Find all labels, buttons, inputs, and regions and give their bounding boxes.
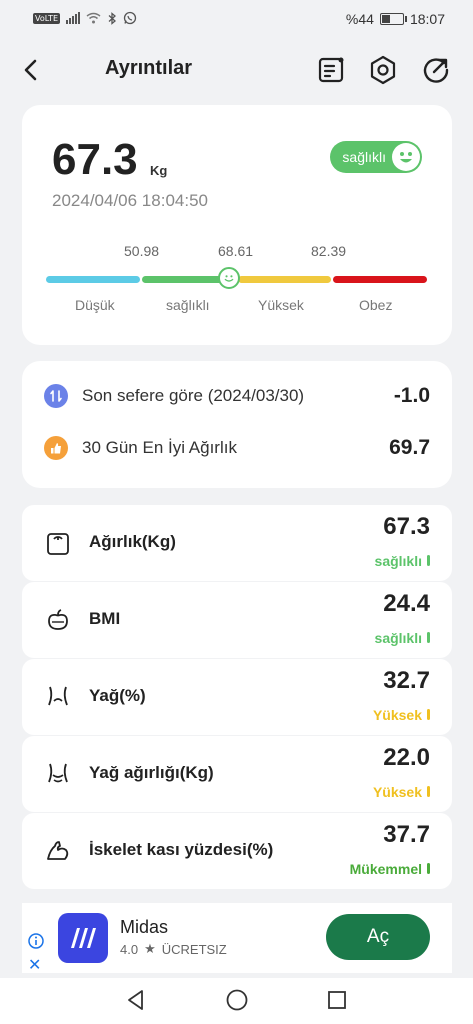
- metric-value: 37.7: [383, 821, 430, 848]
- volte-indicator: VoLTE: [33, 12, 61, 24]
- app-header: Ayrıntılar: [0, 46, 473, 96]
- threshold-high: 82.39: [311, 243, 347, 259]
- scale-label-healthy: sağlıklı: [166, 297, 210, 313]
- ad-open-button[interactable]: Aç: [326, 914, 430, 960]
- weight-value: 67.3: [52, 135, 138, 184]
- scale-segment-obese: [333, 276, 427, 283]
- ad-app-meta: 4.0 ★ ÜCRETSIZ: [120, 941, 227, 957]
- metric-row-weight[interactable]: Ağırlık(Kg) 67.3 sağlıklı: [22, 505, 452, 581]
- clock: 18:07: [409, 11, 445, 27]
- threshold-mid: 68.61: [218, 243, 254, 259]
- star-icon: ★: [144, 941, 156, 956]
- metric-name: Yağ ağırlığı(Kg): [89, 763, 214, 782]
- report-icon[interactable]: [315, 54, 347, 86]
- smiley-icon: [392, 143, 420, 171]
- scale-segment-high: [237, 276, 332, 283]
- metric-name: Ağırlık(Kg): [89, 532, 176, 551]
- status-bar: VoLTE %44 18:07: [0, 0, 473, 38]
- whatsapp-icon: [123, 11, 137, 25]
- scale-label-obese: Obez: [359, 297, 393, 313]
- measurement-datetime: 2024/04/06 18:04:50: [52, 191, 208, 210]
- settings-icon[interactable]: [367, 54, 399, 86]
- back-icon[interactable]: [16, 54, 48, 86]
- status-indicator: [427, 786, 430, 797]
- nav-recents-icon[interactable]: [325, 988, 349, 1012]
- muscle-icon: [47, 841, 69, 860]
- system-nav-bar: [0, 978, 473, 1024]
- metric-row-fat-weight[interactable]: Yağ ağırlığı(Kg) 22.0 Yüksek: [22, 736, 452, 812]
- ad-banner[interactable]: ✕ Midas 4.0 ★ ÜCRETSIZ Aç: [22, 903, 452, 975]
- threshold-low: 50.98: [124, 243, 160, 259]
- status-indicator: [427, 555, 430, 566]
- thumbs-up-icon: [44, 436, 68, 460]
- ad-price: ÜCRETSIZ: [161, 941, 227, 957]
- status-right: %44 18:07: [346, 11, 445, 27]
- ad-close-icon[interactable]: ✕: [28, 955, 41, 975]
- ad-rating: 4.0: [120, 941, 139, 957]
- swap-icon: [44, 384, 68, 408]
- bluetooth-icon: [108, 11, 117, 25]
- ad-app-name: Midas: [120, 917, 169, 937]
- battery-icon: [379, 13, 407, 25]
- scale-label-high: Yüksek: [258, 297, 304, 313]
- metric-value: 67.3: [383, 513, 430, 540]
- nav-back-icon[interactable]: [124, 988, 148, 1012]
- best-weight-value: 69.7: [389, 436, 430, 459]
- best-weight-label: 30 Gün En İyi Ağırlık: [82, 438, 237, 457]
- metric-value: 32.7: [383, 667, 430, 694]
- metric-value: 24.4: [383, 590, 430, 617]
- nav-home-icon[interactable]: [225, 988, 249, 1012]
- summary-card: 67.3 Kg sağlıklı 2024/04/06 18:04:50 50.…: [22, 105, 452, 345]
- health-badge-label: sağlıklı: [342, 149, 386, 165]
- compare-label: Son sefere göre (2024/03/30): [82, 386, 305, 405]
- metric-row-muscle[interactable]: İskelet kası yüzdesi(%) 37.7 Mükemmel: [22, 813, 452, 889]
- metric-name: BMI: [89, 609, 121, 628]
- signal-icon: [66, 12, 81, 24]
- scale-label-low: Düşük: [75, 297, 115, 313]
- metric-value: 22.0: [383, 744, 430, 771]
- status-indicator: [427, 709, 430, 720]
- info-icon[interactable]: [28, 933, 44, 949]
- compare-row-best: 30 Gün En İyi Ağırlık 69.7: [44, 433, 430, 463]
- scale-segment-low: [46, 276, 140, 283]
- metric-status: sağlıklı: [374, 553, 422, 569]
- compare-value: -1.0: [393, 384, 430, 407]
- metric-status: sağlıklı: [374, 630, 422, 646]
- status-indicator: [427, 632, 430, 643]
- metric-status: Yüksek: [372, 707, 422, 723]
- page-title: Ayrıntılar: [105, 57, 193, 79]
- scale-icon: [47, 533, 69, 555]
- share-icon[interactable]: [420, 54, 452, 86]
- metric-row-bmi[interactable]: BMI 24.4 sağlıklı: [22, 582, 452, 658]
- metric-row-fat[interactable]: Yağ(%) 32.7 Yüksek: [22, 659, 452, 735]
- battery-percent: %44: [345, 11, 374, 27]
- scale-marker-icon: [218, 267, 240, 289]
- metric-name: İskelet kası yüzdesi(%): [89, 840, 274, 859]
- status-indicator: [427, 863, 430, 874]
- compare-row-last: Son sefere göre (2024/03/30) -1.0: [44, 381, 430, 411]
- metric-status: Yüksek: [372, 784, 422, 800]
- comparison-card: Son sefere göre (2024/03/30) -1.0 30 Gün…: [22, 361, 452, 488]
- wifi-icon: [86, 12, 101, 24]
- bmi-icon: [48, 609, 68, 630]
- metric-name: Yağ(%): [89, 686, 146, 705]
- metric-status: Mükemmel: [349, 861, 422, 877]
- status-left: VoLTE: [33, 11, 137, 25]
- ad-app-logo: [58, 913, 108, 963]
- weight-unit: Kg: [150, 163, 168, 178]
- health-badge: sağlıklı: [330, 141, 422, 173]
- body-fat-icon: [48, 686, 68, 706]
- fat-weight-icon: [48, 763, 68, 783]
